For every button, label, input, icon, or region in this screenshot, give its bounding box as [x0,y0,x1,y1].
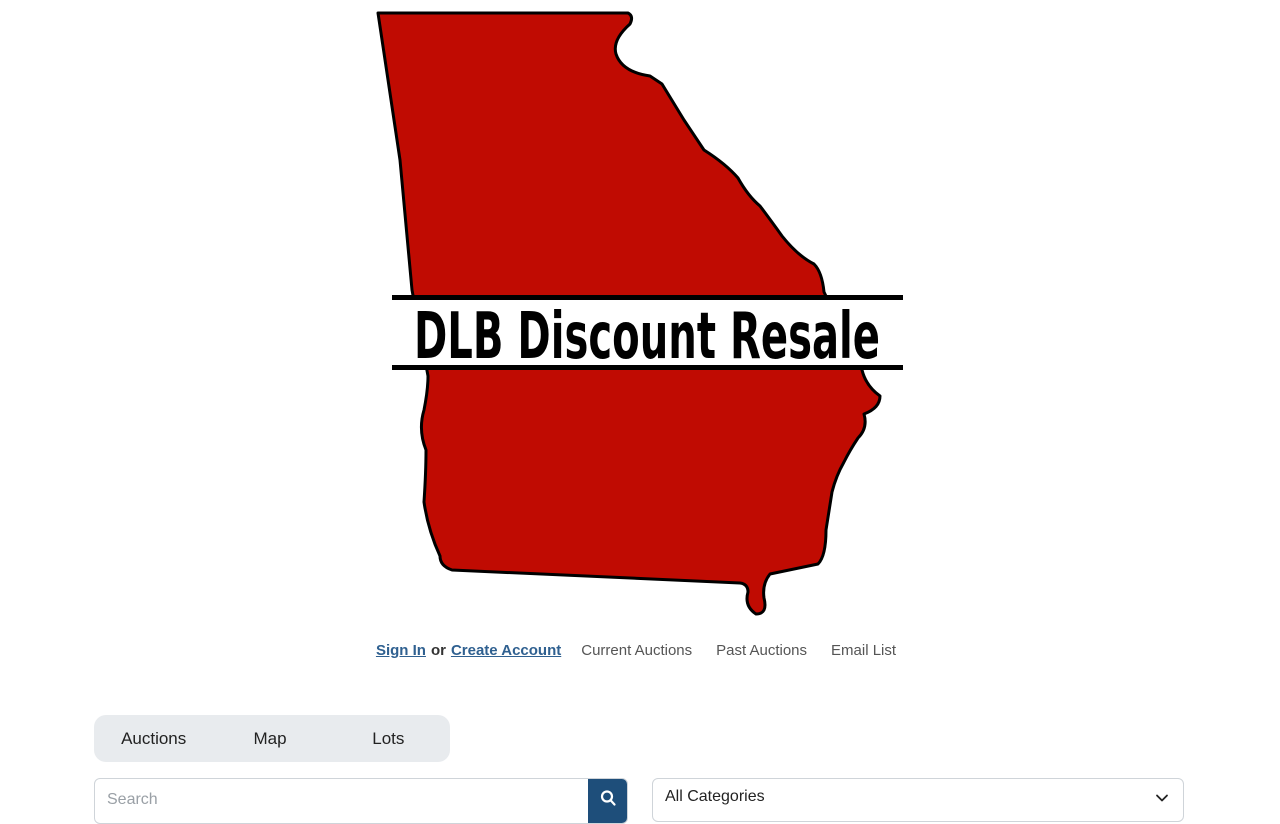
create-account-link[interactable]: Create Account [451,642,561,659]
tab-map[interactable]: Map [213,729,326,749]
email-list-link[interactable]: Email List [831,642,896,659]
view-tabs: Auctions Map Lots [94,715,450,762]
tab-auctions[interactable]: Auctions [94,729,213,749]
category-select[interactable]: All Categories [652,778,1184,822]
search-input[interactable] [95,779,589,821]
search-icon [600,790,616,806]
top-links: Sign In or Create Account Current Auctio… [0,640,1280,660]
tab-lots[interactable]: Lots [327,729,450,749]
logo-text: DLB Discount Resale [414,300,880,374]
category-select-value: All Categories [665,788,765,805]
current-auctions-link[interactable]: Current Auctions [581,642,692,659]
chevron-down-icon [1156,794,1168,802]
or-separator: or [430,641,446,659]
past-auctions-link[interactable]: Past Auctions [716,642,807,659]
site-logo[interactable]: DLB Discount Resale [0,0,1280,620]
auth-links: Sign In or Create Account [376,642,561,659]
search-bar [94,778,628,824]
search-button[interactable] [588,779,627,823]
sign-in-link[interactable]: Sign In [376,642,426,659]
